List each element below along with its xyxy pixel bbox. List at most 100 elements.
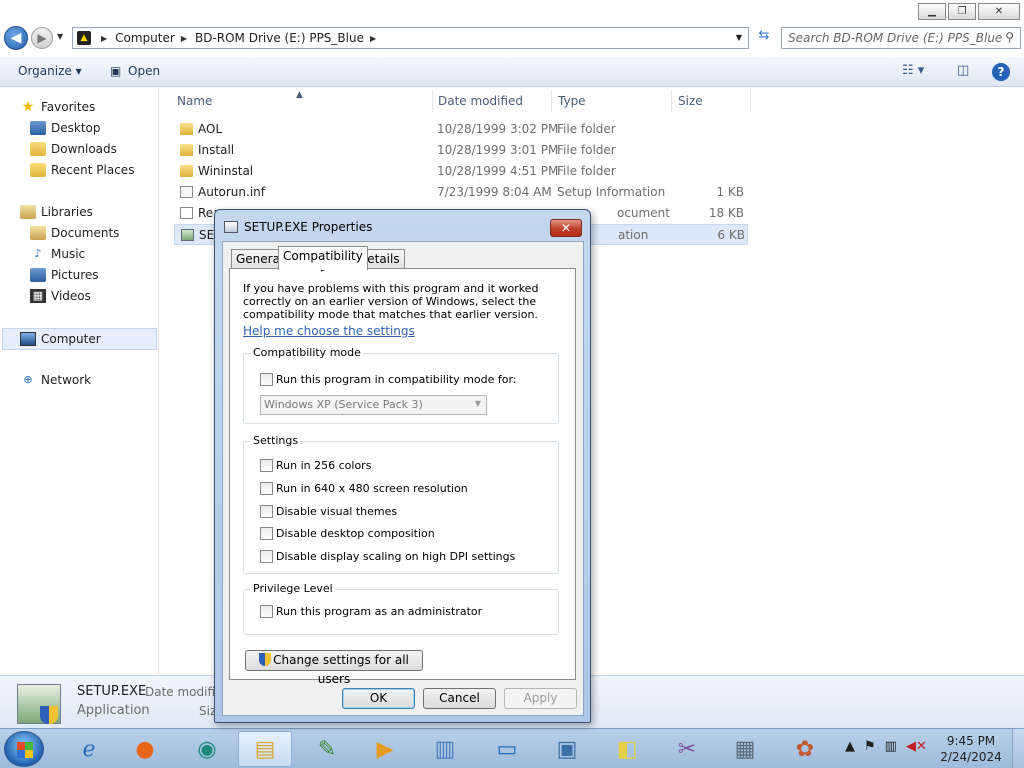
file-size: 1 KB bbox=[716, 185, 744, 199]
nav-libraries[interactable]: Libraries bbox=[20, 205, 93, 219]
open-icon[interactable]: ▣ bbox=[110, 64, 121, 78]
navigation-pane: ★ Favorites Desktop Downloads Recent Pla… bbox=[0, 88, 159, 675]
address-bar[interactable]: ▲ ▶ Computer ▶ BD-ROM Drive (E:) PPS_Blu… bbox=[72, 27, 749, 49]
checkbox-box[interactable] bbox=[260, 373, 273, 386]
browser-globe-icon[interactable]: ◉ bbox=[180, 731, 234, 767]
disable-desktop-composition-checkbox[interactable]: Disable desktop composition bbox=[260, 527, 435, 540]
internet-explorer-icon[interactable]: ℯ bbox=[62, 731, 116, 767]
file-row[interactable]: Install 10/28/1999 3:01 PM File folder bbox=[174, 140, 748, 161]
file-row[interactable]: AOL 10/28/1999 3:02 PM File folder bbox=[174, 119, 748, 140]
sticky-notes-icon[interactable]: ◧ bbox=[600, 731, 654, 767]
tab-compatibility[interactable]: Compatibility bbox=[278, 246, 368, 270]
chevron-right-icon[interactable]: ▶ bbox=[370, 34, 376, 43]
monitor-app-icon[interactable]: ▭ bbox=[480, 731, 534, 767]
run-640x480-checkbox[interactable]: Run in 640 x 480 screen resolution bbox=[260, 482, 468, 495]
firefox-icon[interactable]: ● bbox=[118, 731, 172, 767]
compatibility-mode-checkbox[interactable]: Run this program in compatibility mode f… bbox=[260, 373, 517, 386]
maximize-button[interactable]: ❐ bbox=[948, 3, 976, 20]
checkbox-box[interactable] bbox=[260, 550, 273, 563]
file-row[interactable]: Wininstal 10/28/1999 4:51 PM File folder bbox=[174, 161, 748, 182]
remote-desktop-icon[interactable]: ▣ bbox=[540, 731, 594, 767]
nav-videos[interactable]: ▦ Videos bbox=[30, 289, 91, 303]
media-player-icon[interactable]: ▶ bbox=[358, 731, 412, 767]
folder-icon bbox=[180, 144, 193, 156]
calculator-icon[interactable]: ▦ bbox=[718, 731, 772, 767]
refresh-button[interactable]: ⇆ bbox=[753, 28, 775, 48]
forward-button[interactable]: ▶ bbox=[31, 27, 53, 49]
libraries-icon bbox=[20, 205, 36, 219]
paint-icon[interactable]: ✿ bbox=[778, 731, 832, 767]
organize-button[interactable]: Organize ▾ bbox=[18, 64, 82, 78]
nav-desktop[interactable]: Desktop bbox=[30, 121, 101, 135]
details-file-type: Application bbox=[77, 703, 150, 718]
show-desktop-button[interactable] bbox=[1012, 729, 1024, 768]
chevron-right-icon[interactable]: ▶ bbox=[181, 34, 187, 43]
column-divider[interactable] bbox=[750, 90, 751, 112]
nav-recent-places[interactable]: Recent Places bbox=[30, 163, 134, 177]
show-hidden-icons-icon[interactable]: ▲ bbox=[845, 739, 855, 754]
ok-button[interactable]: OK bbox=[342, 688, 415, 709]
search-icon[interactable]: ⚲ bbox=[1005, 30, 1014, 44]
cancel-button[interactable]: Cancel bbox=[423, 688, 496, 709]
run-256-colors-checkbox[interactable]: Run in 256 colors bbox=[260, 459, 371, 472]
dialog-close-button[interactable]: ✕ bbox=[550, 219, 582, 237]
column-divider[interactable] bbox=[671, 90, 672, 112]
address-dropdown-icon[interactable]: ▼ bbox=[736, 33, 742, 42]
chevron-right-icon[interactable]: ▶ bbox=[101, 34, 107, 43]
checkbox-label: Run in 256 colors bbox=[276, 459, 372, 472]
checkbox-box[interactable] bbox=[260, 459, 273, 472]
close-button[interactable]: ✕ bbox=[978, 3, 1020, 20]
preview-pane-icon[interactable]: ◫ bbox=[957, 63, 969, 78]
open-button[interactable]: Open bbox=[128, 64, 160, 78]
breadcrumb-drive[interactable]: BD-ROM Drive (E:) PPS_Blue bbox=[195, 31, 364, 45]
help-icon[interactable]: ? bbox=[992, 63, 1010, 81]
nav-pictures[interactable]: Pictures bbox=[30, 268, 99, 282]
disable-visual-themes-checkbox[interactable]: Disable visual themes bbox=[260, 505, 397, 518]
column-divider[interactable] bbox=[432, 90, 433, 112]
column-size[interactable]: Size bbox=[678, 88, 703, 114]
column-divider[interactable] bbox=[551, 90, 552, 112]
column-name[interactable]: Name bbox=[177, 88, 212, 114]
nav-music[interactable]: ♪ Music bbox=[30, 247, 85, 261]
network-tray-icon[interactable]: ▥ bbox=[885, 739, 897, 754]
nav-favorites[interactable]: ★ Favorites bbox=[20, 100, 96, 114]
apply-button[interactable]: Apply bbox=[504, 688, 577, 709]
nav-downloads[interactable]: Downloads bbox=[30, 142, 117, 156]
run-as-admin-checkbox[interactable]: Run this program as an administrator bbox=[260, 605, 482, 618]
checkbox-box[interactable] bbox=[260, 505, 273, 518]
search-input[interactable]: Search BD-ROM Drive (E:) PPS_Blue ⚲ bbox=[781, 27, 1021, 49]
inf-file-icon bbox=[180, 186, 193, 198]
file-explorer-icon[interactable]: ▤ bbox=[238, 731, 292, 767]
dialog-body: General Compatibility Details If you hav… bbox=[222, 241, 584, 716]
document-app-icon[interactable]: ▥ bbox=[418, 731, 472, 767]
flag-icon[interactable]: ⚑ bbox=[864, 739, 876, 754]
compatibility-panel: If you have problems with this program a… bbox=[229, 268, 576, 686]
checkbox-box[interactable] bbox=[260, 482, 273, 495]
start-button[interactable] bbox=[4, 731, 44, 767]
help-choose-settings-link[interactable]: Help me choose the settings bbox=[243, 324, 415, 338]
task-app-icon[interactable]: ✎ bbox=[300, 731, 354, 767]
change-settings-all-users-button[interactable]: Change settings for all users bbox=[245, 650, 423, 686]
disable-dpi-scaling-checkbox[interactable]: Disable display scaling on high DPI sett… bbox=[260, 550, 515, 563]
column-type[interactable]: Type bbox=[558, 88, 586, 114]
back-button[interactable]: ◀ bbox=[4, 26, 28, 50]
breadcrumb-computer[interactable]: Computer bbox=[115, 31, 175, 45]
minimize-button[interactable]: ▁ bbox=[918, 3, 946, 20]
nav-computer[interactable]: Computer bbox=[2, 328, 157, 350]
clock[interactable]: 9:45 PM 2/24/2024 bbox=[935, 733, 1007, 765]
view-options-icon[interactable]: ☷ ▾ bbox=[902, 63, 924, 78]
checkbox-label: Disable display scaling on high DPI sett… bbox=[276, 550, 516, 563]
nav-label: Pictures bbox=[51, 268, 99, 282]
select-value: Windows XP (Service Pack 3) bbox=[264, 398, 423, 411]
column-date[interactable]: Date modified bbox=[438, 88, 523, 114]
checkbox-box[interactable] bbox=[260, 605, 273, 618]
settings-group: Settings Run in 256 colors Run in 640 x … bbox=[243, 434, 559, 574]
snipping-tool-icon[interactable]: ✂ bbox=[660, 731, 714, 767]
file-row[interactable]: Autorun.inf 7/23/1999 8:04 AM Setup Info… bbox=[174, 182, 748, 203]
checkbox-box[interactable] bbox=[260, 527, 273, 540]
nav-documents[interactable]: Documents bbox=[30, 226, 119, 240]
recent-pages-dropdown[interactable]: ▼ bbox=[57, 32, 63, 41]
details-file-name: SETUP.EXE bbox=[77, 684, 147, 699]
nav-network[interactable]: ⊕ Network bbox=[20, 373, 91, 387]
volume-muted-icon[interactable]: ◀✕ bbox=[906, 739, 927, 754]
